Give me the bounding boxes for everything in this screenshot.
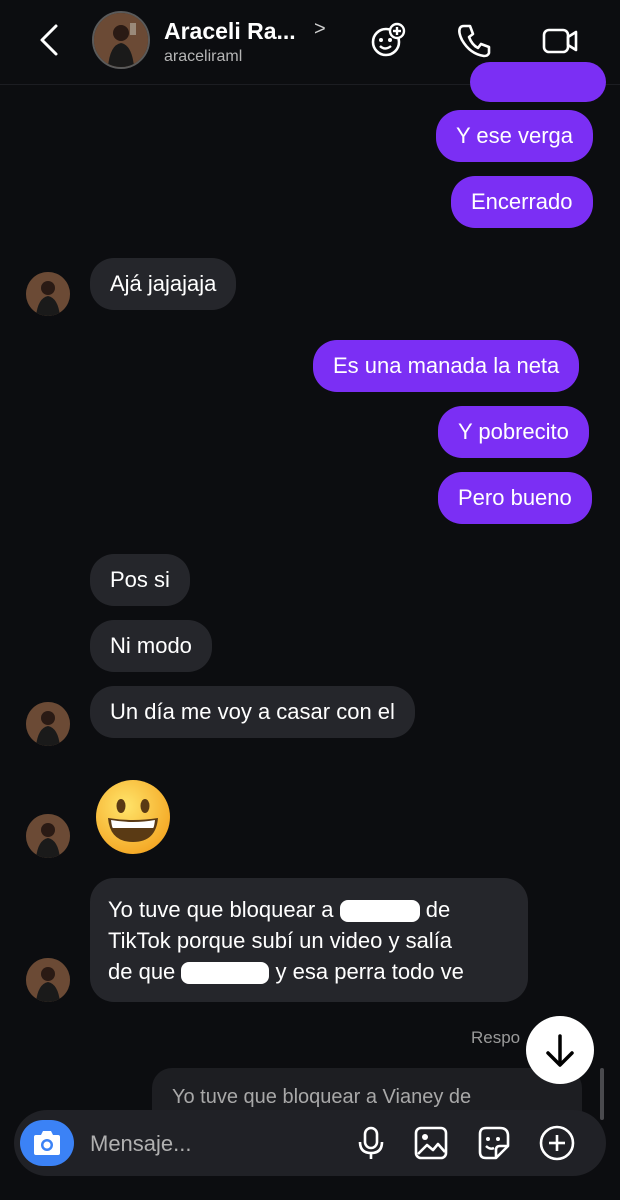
message-outgoing[interactable]: Es una manada la neta bbox=[313, 340, 580, 392]
plus-icon[interactable] bbox=[538, 1124, 576, 1162]
message-input[interactable] bbox=[90, 1126, 340, 1162]
camera-icon bbox=[34, 1131, 60, 1155]
message-outgoing[interactable]: Pero bueno bbox=[438, 472, 592, 524]
message-incoming[interactable]: Ajá jajajaja bbox=[90, 258, 237, 310]
scroll-down-button[interactable] bbox=[526, 1016, 594, 1084]
header-avatar[interactable] bbox=[92, 11, 150, 69]
contact-avatar[interactable] bbox=[26, 272, 70, 316]
gallery-icon[interactable] bbox=[412, 1124, 450, 1162]
message-outgoing[interactable]: Y pobrecito bbox=[438, 406, 589, 458]
contact-name[interactable]: Araceli Ra... bbox=[164, 18, 296, 45]
message-outgoing[interactable]: Y ese verga bbox=[436, 110, 594, 162]
message-outgoing[interactable]: Encerrado bbox=[451, 176, 593, 228]
grinning-emoji-icon[interactable]: 😀 bbox=[94, 778, 172, 856]
chevron-right-icon[interactable]: > bbox=[314, 18, 326, 41]
microphone-icon[interactable] bbox=[352, 1124, 390, 1162]
message-bubble-partial bbox=[470, 62, 606, 102]
message-incoming[interactable]: Ni modo bbox=[90, 620, 212, 672]
contact-avatar[interactable] bbox=[26, 814, 70, 858]
redacted-text bbox=[339, 900, 420, 923]
phone-icon[interactable] bbox=[454, 20, 494, 60]
contact-avatar[interactable] bbox=[26, 958, 70, 1002]
message-text: de bbox=[425, 897, 451, 922]
message-incoming[interactable]: Yo tuve que bloquear a de TikTok porque … bbox=[90, 878, 528, 1002]
message-incoming[interactable]: Pos si bbox=[90, 554, 190, 606]
scrollbar[interactable] bbox=[600, 1068, 604, 1120]
contact-avatar[interactable] bbox=[26, 702, 70, 746]
message-text: Yo tuve que bloquear a bbox=[108, 897, 334, 922]
message-text: TikTok porque subí un video y salía bbox=[108, 928, 453, 953]
message-incoming[interactable]: Un día me voy a casar con el bbox=[90, 686, 415, 738]
back-icon[interactable] bbox=[32, 22, 68, 58]
video-icon[interactable] bbox=[540, 20, 580, 60]
message-text: y esa perra todo ve bbox=[275, 959, 464, 984]
effects-icon[interactable] bbox=[368, 20, 408, 60]
reply-label: Respo bbox=[471, 1028, 521, 1047]
arrow-down-icon bbox=[546, 1034, 574, 1067]
sticker-icon[interactable] bbox=[474, 1124, 512, 1162]
message-text: de que bbox=[108, 959, 176, 984]
contact-username[interactable]: araceliraml bbox=[164, 48, 242, 66]
redacted-text bbox=[181, 962, 270, 985]
camera-button[interactable] bbox=[20, 1120, 74, 1166]
